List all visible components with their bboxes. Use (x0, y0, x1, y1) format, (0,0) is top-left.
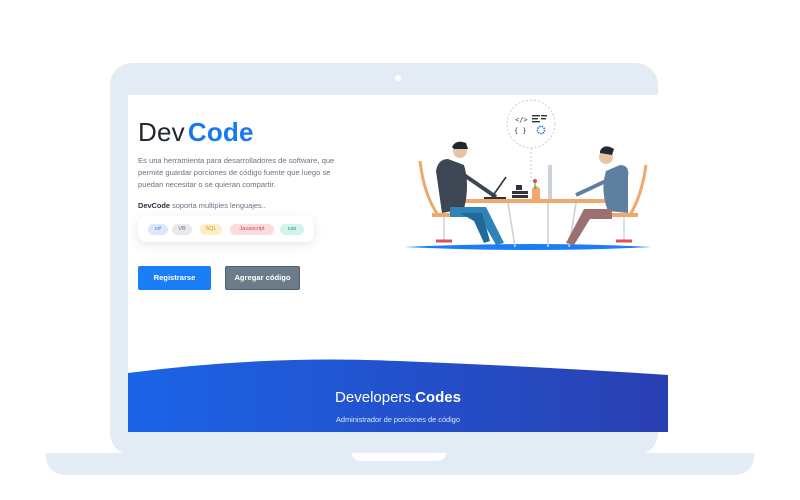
developer-left-icon (418, 141, 507, 245)
language-chip-vb: VB (172, 224, 192, 235)
code-bubble-icon: </> { } (506, 99, 556, 183)
brand-logo-light: Dev (138, 117, 185, 147)
language-chip-csharp: c# (148, 224, 168, 235)
desk-items-icon (512, 179, 540, 199)
languages-chip-list: c# VB SQL Javascript css (138, 216, 314, 242)
laptop-camera (395, 75, 401, 81)
register-button[interactable]: Registrarse (138, 266, 211, 290)
laptop-screen: Dev Code Es una herramienta para desarrol… (128, 95, 668, 432)
language-chip-sql: SQL (200, 224, 222, 235)
brand-logo-bold: Code (187, 117, 254, 147)
footer-title: Developers.Codes (128, 389, 668, 406)
footer-title-bold: Codes (415, 389, 461, 406)
laptop-base-notch (352, 453, 446, 461)
footer-title-light: Developers. (335, 389, 416, 406)
svg-text:</>: </> (515, 116, 528, 124)
developers-illustration: </> { } (404, 99, 652, 250)
support-text: soporta multiples lenguajes.. (170, 201, 266, 210)
languages-support-text: DevCode soporta multiples lenguajes.. (138, 201, 266, 210)
hero-description: Es una herramienta para desarrolladores … (138, 156, 335, 189)
floor-shape (404, 244, 652, 250)
add-code-button[interactable]: Agregar código (225, 266, 300, 290)
support-brand: DevCode (138, 201, 171, 210)
language-chip-css: css (280, 224, 304, 235)
brand-logo: Dev Code (138, 117, 254, 147)
developer-right-icon (548, 146, 648, 245)
svg-text:{ }: { } (514, 127, 527, 135)
footer-subtitle: Administrador de porciones de código (335, 415, 461, 424)
language-chip-javascript: Javascript (230, 224, 274, 235)
